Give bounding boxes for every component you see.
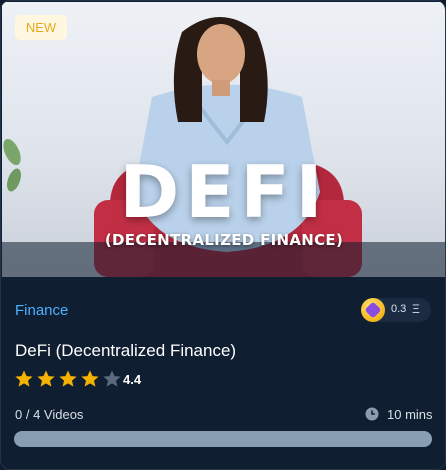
token-symbol: Ξ	[412, 302, 420, 316]
videos-count: 0 / 4 Videos	[15, 407, 84, 422]
new-badge: NEW	[15, 15, 67, 40]
star-filled-icon	[81, 370, 99, 387]
token-coin-icon	[361, 298, 385, 322]
rating-value: 4.4	[123, 372, 142, 387]
category-label[interactable]: Finance	[15, 302, 68, 319]
course-thumbnail[interactable]: NEW DEFI (DECENTRALIZED FINANCE)	[2, 2, 445, 277]
clock-icon	[365, 407, 379, 421]
star-filled-icon	[59, 370, 77, 387]
course-card[interactable]: NEW DEFI (DECENTRALIZED FINANCE) Finance…	[0, 0, 446, 470]
course-title[interactable]: DeFi (Decentralized Finance)	[15, 341, 236, 361]
thumbnail-subtitle: (DECENTRALIZED FINANCE)	[104, 231, 344, 249]
star-empty-icon	[103, 370, 121, 387]
star-filled-icon	[15, 370, 33, 387]
thumbnail-title: DEFI	[119, 150, 329, 234]
duration-label: 10 mins	[387, 407, 433, 422]
token-amount: 0.3	[391, 303, 407, 315]
token-price-pill: 0.3 Ξ	[361, 298, 431, 322]
progress-bar	[14, 431, 432, 447]
star-filled-icon	[37, 370, 55, 387]
